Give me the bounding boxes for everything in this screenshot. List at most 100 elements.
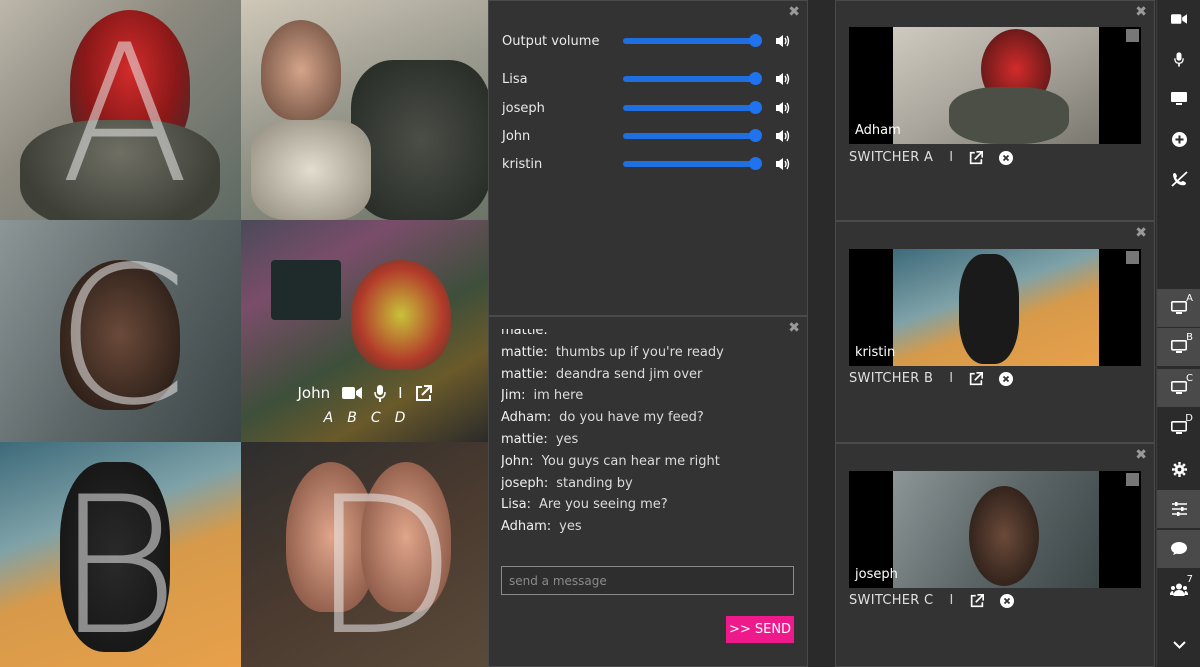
- plus-circle-icon: [1171, 131, 1187, 147]
- settings-button[interactable]: [1157, 450, 1200, 488]
- monitor-icon: [1171, 301, 1187, 314]
- popout-icon[interactable]: [969, 371, 984, 386]
- assign-c-button[interactable]: C: [371, 410, 381, 426]
- video-tile-2[interactable]: [241, 0, 488, 220]
- chat-message: joseph: standing by: [501, 475, 633, 491]
- video-tile-d[interactable]: D: [241, 442, 488, 667]
- volume-row-joseph: joseph: [502, 98, 792, 118]
- speaker-icon[interactable]: [775, 101, 791, 115]
- close-icon[interactable]: ✖: [1135, 5, 1147, 19]
- switcher-c-panel: ✖ joseph SWITCHER C I: [835, 443, 1155, 667]
- toggle-camera-button[interactable]: [1157, 0, 1200, 38]
- chat-message: Lisa: Are you seeing me?: [501, 497, 668, 513]
- chat-button[interactable]: [1157, 530, 1200, 568]
- screen-share-button[interactable]: [1157, 80, 1200, 118]
- right-toolbar: A B C D 7: [1156, 0, 1200, 667]
- switcher-b-video[interactable]: kristin: [849, 249, 1141, 366]
- tile-controls: John I A B C D: [241, 384, 488, 426]
- monitor-icon: [1171, 381, 1187, 394]
- hangup-button[interactable]: [1157, 160, 1200, 198]
- speaker-icon[interactable]: [775, 72, 791, 86]
- popout-icon[interactable]: [970, 593, 984, 608]
- assign-a-button[interactable]: A: [324, 410, 334, 426]
- switcher-a-video[interactable]: Adham: [849, 27, 1141, 144]
- volume-slider-kristin[interactable]: [623, 157, 762, 170]
- volume-slider-joseph[interactable]: [623, 101, 762, 114]
- video-tile-c[interactable]: C: [0, 220, 241, 442]
- participant-name: joseph: [502, 100, 545, 116]
- chat-message: mattie: yes: [501, 431, 579, 447]
- speaker-icon[interactable]: [775, 129, 791, 143]
- phone-slash-icon: [1170, 171, 1188, 187]
- participant-name: Lisa: [502, 71, 528, 87]
- video-tile-john[interactable]: John I A B C D: [241, 220, 488, 442]
- monitor-icon: [1171, 340, 1187, 353]
- popout-icon[interactable]: [415, 384, 432, 402]
- chat-message: John: You guys can hear me right: [501, 453, 720, 469]
- close-icon[interactable]: ✖: [788, 5, 800, 19]
- popout-icon[interactable]: [969, 150, 984, 165]
- sliders-icon: [1171, 502, 1187, 516]
- tile-separator: I: [398, 384, 403, 402]
- chat-message: mattie:: [501, 329, 548, 338]
- remove-icon[interactable]: [999, 371, 1014, 386]
- volume-row-john: John: [502, 126, 792, 146]
- video-tile-a[interactable]: A: [0, 0, 241, 220]
- switcher-a-participant: Adham: [855, 123, 901, 138]
- participant-count-badge: 7: [1186, 574, 1193, 585]
- switcher-d-toggle[interactable]: D: [1157, 409, 1200, 447]
- close-icon[interactable]: ✖: [1135, 448, 1147, 462]
- participants-button[interactable]: 7: [1157, 570, 1200, 608]
- switcher-b-badge: B: [1186, 332, 1193, 343]
- chat-message: mattie: thumbs up if you're ready: [501, 344, 724, 360]
- switcher-a-controls: SWITCHER A I: [849, 150, 1014, 165]
- volume-row-kristin: kristin: [502, 154, 792, 174]
- chat-message: Adham: yes: [501, 519, 582, 535]
- speaker-icon[interactable]: [775, 157, 791, 171]
- add-button[interactable]: [1157, 120, 1200, 158]
- switcher-c-video[interactable]: joseph: [849, 471, 1141, 588]
- camera-icon[interactable]: [342, 386, 363, 400]
- collapse-button[interactable]: [1157, 626, 1200, 664]
- switcher-b-toggle[interactable]: B: [1157, 328, 1200, 366]
- microphone-icon[interactable]: [374, 384, 386, 402]
- assign-b-button[interactable]: B: [347, 410, 357, 426]
- users-icon: [1170, 583, 1188, 596]
- remove-icon[interactable]: [999, 150, 1014, 165]
- chat-bubble-icon: [1171, 542, 1187, 555]
- chat-message-list[interactable]: mattie: mattie: thumbs up if you're ready…: [501, 329, 791, 543]
- volume-slider-lisa[interactable]: [623, 72, 762, 85]
- switcher-b-participant: kristin: [855, 345, 896, 360]
- chevron-down-icon: [1172, 641, 1186, 649]
- participant-name: kristin: [502, 156, 543, 172]
- master-volume-slider[interactable]: [623, 34, 762, 47]
- send-button[interactable]: >> SEND: [726, 616, 794, 643]
- speaker-icon[interactable]: [775, 34, 791, 48]
- switcher-a-panel: ✖ Adham SWITCHER A I: [835, 0, 1155, 221]
- video-grid: A C John I A B C D B D: [0, 0, 488, 667]
- switcher-b-panel: ✖ kristin SWITCHER B I: [835, 221, 1155, 443]
- switcher-c-toggle[interactable]: C: [1157, 369, 1200, 407]
- gear-icon: [1171, 461, 1187, 477]
- microphone-icon: [1174, 51, 1184, 67]
- close-icon[interactable]: ✖: [1135, 226, 1147, 240]
- switcher-d-badge: D: [1185, 413, 1193, 424]
- master-volume-row: Output volume: [502, 31, 792, 51]
- chat-message: mattie: deandra send jim over: [501, 366, 703, 382]
- assign-d-button[interactable]: D: [395, 410, 406, 426]
- participant-name: John: [502, 128, 531, 144]
- toggle-mic-button[interactable]: [1157, 40, 1200, 78]
- volume-panel: ✖ Output volume Lisa joseph John kristin: [488, 0, 808, 316]
- chat-message-input[interactable]: [501, 566, 794, 595]
- mixer-button[interactable]: [1157, 490, 1200, 528]
- volume-slider-john[interactable]: [623, 129, 762, 142]
- volume-row-lisa: Lisa: [502, 69, 792, 89]
- switcher-b-label: SWITCHER B: [849, 371, 934, 386]
- switcher-c-participant: joseph: [855, 567, 898, 582]
- switcher-c-controls: SWITCHER C I: [849, 593, 1014, 608]
- remove-icon[interactable]: [999, 593, 1014, 608]
- switcher-a-toggle[interactable]: A: [1157, 289, 1200, 327]
- video-tile-b[interactable]: B: [0, 442, 241, 667]
- camera-icon: [1171, 14, 1187, 24]
- switcher-c-label: SWITCHER C: [849, 593, 934, 608]
